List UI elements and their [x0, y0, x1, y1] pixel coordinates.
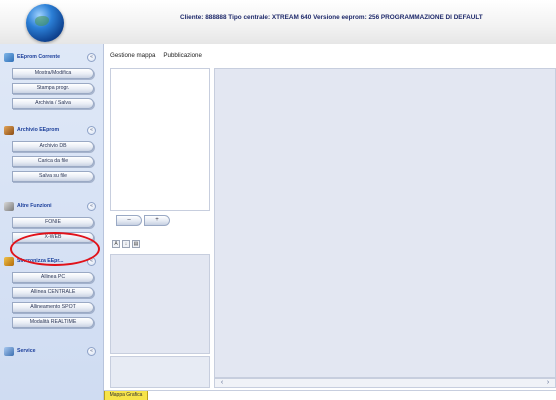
section-title: EEprom Corrente: [17, 54, 60, 60]
section-header[interactable]: Service «: [4, 344, 100, 358]
section-title: Sincronizza EEpr...: [17, 258, 64, 264]
section-archivio-eeprom: Archivio EEprom « Archivio DB Carica da …: [4, 123, 100, 186]
menu-bar: Gestione mappa Pubblicazione: [110, 52, 202, 64]
archivio-db-button[interactable]: Archivio DB: [12, 141, 94, 152]
sidebar: EEprom Corrente « Mostra/Modifica Stampa…: [0, 44, 104, 400]
allinea-centrale-button[interactable]: Allinea CENTRALE: [12, 287, 94, 298]
section-header[interactable]: EEprom Corrente «: [4, 50, 100, 64]
tab-mappa-grafica[interactable]: Mappa Grafica: [104, 391, 148, 400]
map-canvas[interactable]: [214, 68, 556, 378]
property-pages-icon[interactable]: ▤: [132, 240, 140, 248]
globe-logo-icon: [26, 4, 64, 42]
section-altre-funzioni: Altre Funzioni « FONIE X-WEB: [4, 199, 100, 247]
collapse-toggle-icon[interactable]: «: [87, 256, 96, 266]
allinea-pc-button[interactable]: Allinea PC: [12, 272, 94, 283]
horizontal-scrollbar[interactable]: ‹ ›: [214, 378, 556, 388]
section-eeprom-corrente: EEprom Corrente « Mostra/Modifica Stampa…: [4, 50, 100, 113]
section-title: Altre Funzioni: [17, 203, 52, 209]
app-header: Cliente: 888888 Tipo centrale: XTREAM 64…: [0, 0, 556, 44]
modalita-realtime-button[interactable]: Modalità REALTIME: [12, 317, 94, 328]
service-icon: [4, 346, 14, 356]
fonie-button[interactable]: FONIE: [12, 217, 94, 228]
section-header[interactable]: Altre Funzioni «: [4, 199, 100, 213]
section-title: Service: [17, 348, 36, 354]
header-title: Cliente: 888888 Tipo centrale: XTREAM 64…: [180, 14, 483, 21]
map-list[interactable]: [110, 68, 210, 211]
carica-da-file-button[interactable]: Carica da file: [12, 156, 94, 167]
stampa-progr-button[interactable]: Stampa progr.: [12, 83, 94, 94]
scroll-left-icon[interactable]: ‹: [217, 379, 227, 387]
salva-su-file-button[interactable]: Salva su file: [12, 171, 94, 182]
sync-icon: [4, 256, 14, 266]
sort-az-icon[interactable]: A: [112, 240, 120, 248]
description-panel: [110, 356, 210, 388]
section-sincronizza-eeprom: Sincronizza EEpr... « Allinea PC Allinea…: [4, 254, 100, 332]
property-grid[interactable]: [110, 254, 210, 354]
menu-gestione-mappa[interactable]: Gestione mappa: [110, 52, 155, 64]
scroll-right-icon[interactable]: ›: [543, 379, 553, 387]
x-web-button[interactable]: X-WEB: [12, 232, 94, 243]
archivia-salva-button[interactable]: Archivia / Salva: [12, 98, 94, 109]
tab-bar: Mappa Grafica: [104, 390, 556, 400]
section-header[interactable]: Sincronizza EEpr... «: [4, 254, 100, 268]
speaker-icon: [4, 201, 14, 211]
collapse-toggle-icon[interactable]: «: [87, 346, 96, 356]
property-toolbar: A ↓ ▤: [112, 240, 140, 248]
mostra-modifica-button[interactable]: Mostra/Modifica: [12, 68, 94, 79]
collapse-toggle-icon[interactable]: «: [87, 125, 96, 135]
sort-order-icon[interactable]: ↓: [122, 240, 130, 248]
collapse-toggle-icon[interactable]: «: [87, 201, 96, 211]
eeprom-wave-icon: [4, 52, 14, 62]
menu-pubblicazione[interactable]: Pubblicazione: [163, 52, 202, 64]
section-service: Service «: [4, 344, 100, 358]
remove-button[interactable]: –: [116, 215, 142, 226]
section-title: Archivio EEprom: [17, 127, 60, 133]
add-button[interactable]: +: [144, 215, 170, 226]
archive-icon: [4, 125, 14, 135]
collapse-toggle-icon[interactable]: «: [87, 52, 96, 62]
section-header[interactable]: Archivio EEprom «: [4, 123, 100, 137]
allineamento-spot-button[interactable]: Allineamento SPOT: [12, 302, 94, 313]
